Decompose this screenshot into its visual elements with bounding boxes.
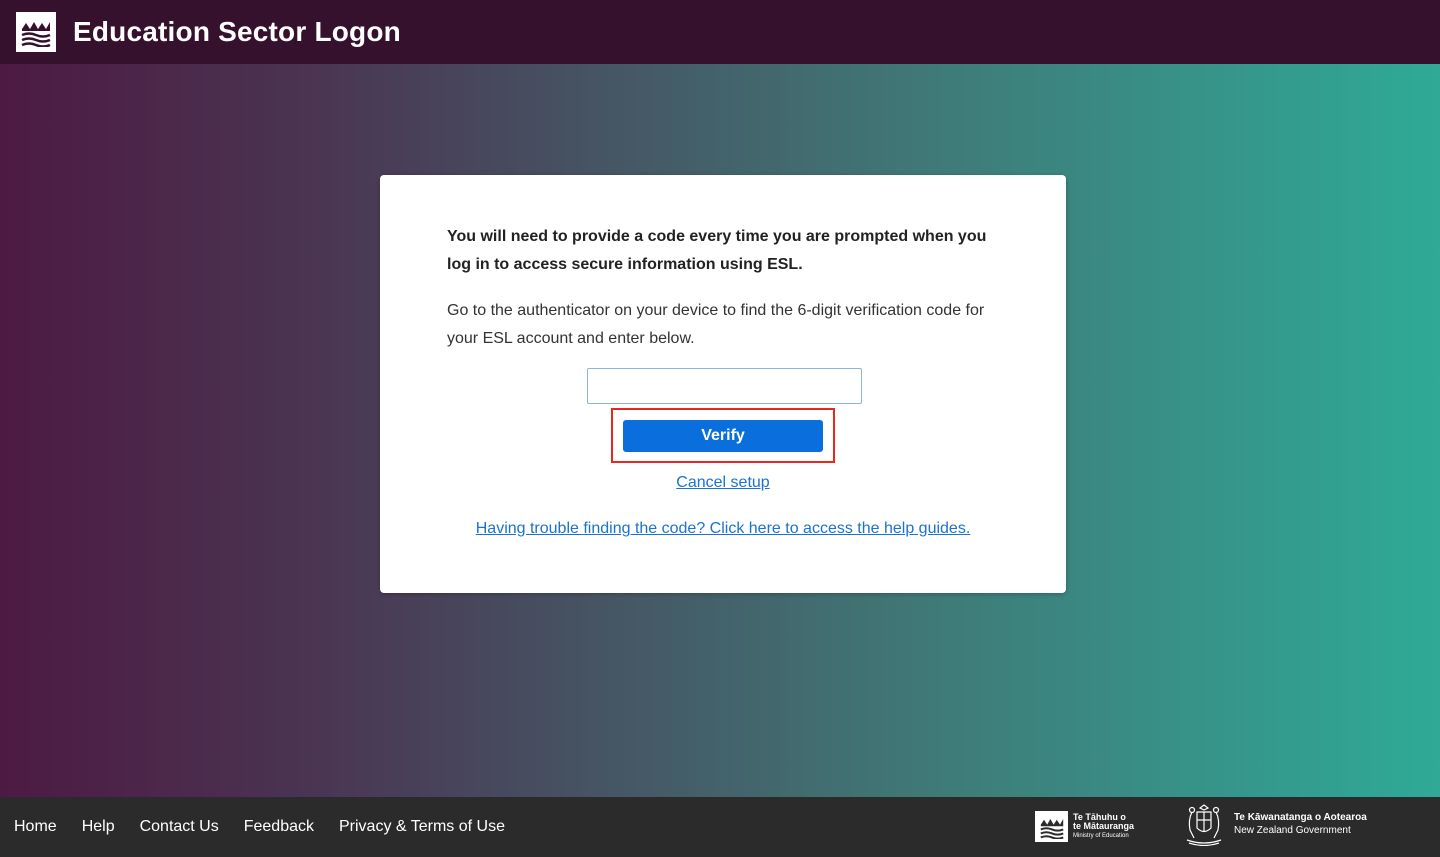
footer-nav: Home Help Contact Us Feedback Privacy & … (0, 818, 530, 836)
footer-link-feedback[interactable]: Feedback (244, 818, 314, 836)
moe-logo-icon (1035, 811, 1068, 842)
site-header: Education Sector Logon (0, 0, 1440, 64)
site-footer: Home Help Contact Us Feedback Privacy & … (0, 797, 1440, 857)
footer-link-contact-us[interactable]: Contact Us (140, 818, 219, 836)
footer-link-help[interactable]: Help (82, 818, 115, 836)
moe-logo-line3: Ministry of Education (1073, 832, 1129, 839)
nz-government-logo[interactable]: Te Kāwanatanga o Aotearoa New Zealand Go… (1181, 802, 1367, 846)
verification-card: You will need to provide a code every ti… (380, 175, 1066, 593)
nzgov-logo-line2: New Zealand Government (1234, 825, 1351, 836)
cancel-setup-container: Cancel setup (380, 474, 1066, 492)
nz-government-text: Te Kāwanatanga o Aotearoa New Zealand Go… (1234, 811, 1367, 837)
verify-button[interactable]: Verify (623, 420, 823, 452)
ministry-of-education-logo[interactable]: Te Tāhuhu o te Mātauranga Ministry of Ed… (1035, 811, 1134, 842)
cancel-setup-link[interactable]: Cancel setup (676, 474, 769, 491)
main-background: You will need to provide a code every ti… (0, 64, 1440, 797)
moe-logo-line2: te Mātauranga (1073, 820, 1135, 831)
site-title: Education Sector Logon (73, 16, 401, 47)
nzgov-logo-line1: Te Kāwanatanga o Aotearoa (1234, 812, 1367, 823)
moe-logo-text: Te Tāhuhu o te Mātauranga Ministry of Ed… (1073, 812, 1135, 841)
footer-link-privacy-terms[interactable]: Privacy & Terms of Use (339, 818, 505, 836)
footer-link-home[interactable]: Home (14, 818, 57, 836)
verification-code-input[interactable] (587, 368, 862, 404)
intro-text: You will need to provide a code every ti… (447, 228, 987, 273)
ministry-logo-icon[interactable] (16, 12, 56, 52)
help-guides-container: Having trouble finding the code? Click h… (380, 520, 1066, 538)
help-guides-link[interactable]: Having trouble finding the code? Click h… (476, 520, 971, 537)
instructions-text: Go to the authenticator on your device t… (447, 302, 985, 347)
nz-coat-of-arms-icon (1186, 804, 1222, 846)
